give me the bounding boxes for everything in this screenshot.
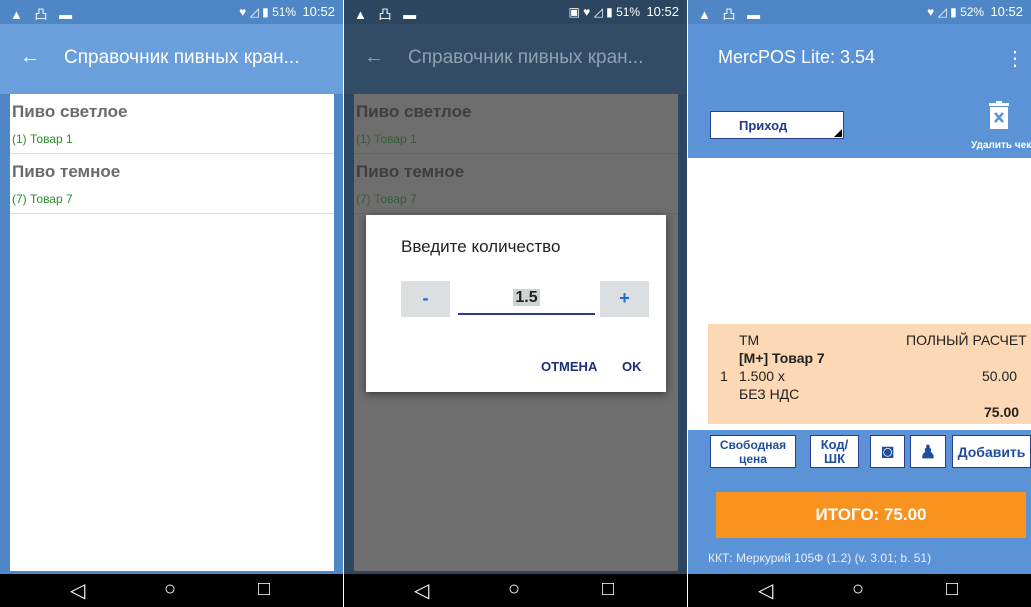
screen-pos-receipt: ▲ 凸 ▬ ♥ ◿ ▮ 52% 10:52 MercPOS Lite: 3.54… xyxy=(688,0,1031,607)
overflow-menu-icon[interactable]: ⋮ xyxy=(1005,46,1025,71)
navigation-bar: ◁ ○ □ xyxy=(344,574,687,607)
free-price-button[interactable]: Свободная цена xyxy=(710,435,796,468)
payment-mode: ПОЛНЫЙ РАСЧЕТ xyxy=(906,332,1027,348)
group-title-dark-beer: Пиво темное xyxy=(12,162,121,181)
nav-recent-icon[interactable]: □ xyxy=(946,578,958,601)
total-section: ИТОГО: 75.00 ККТ: Меркурий 105Ф (1.2) (v… xyxy=(688,470,1031,574)
nav-recent-icon[interactable]: □ xyxy=(602,578,614,601)
list-item: (1) Товар 1 xyxy=(354,126,678,154)
camera-icon: ◙ xyxy=(881,441,894,463)
app-title: MercPOS Lite: 3.54 xyxy=(718,47,876,67)
app-bar: ← Справочник пивных кран... xyxy=(0,24,343,94)
nav-home-icon[interactable]: ○ xyxy=(852,578,864,601)
content-area: Пиво светлое (1) Товар 1 Пиво темное (7)… xyxy=(0,94,343,575)
item-price: 50.00 xyxy=(982,368,1018,384)
device-info: ККТ: Меркурий 105Ф (1.2) (v. 3.01; b. 51… xyxy=(708,551,932,565)
clock: 10:52 xyxy=(990,4,1023,19)
nav-back-icon[interactable]: ◁ xyxy=(70,578,85,603)
back-arrow-icon[interactable]: ← xyxy=(20,46,40,69)
status-bar: ▲ 凸 ▬ ♥ ◿ ▮ 51% 10:52 xyxy=(0,0,343,24)
dialog-title: Введите количество xyxy=(401,237,561,256)
vat-label: БЕЗ НДС xyxy=(739,386,800,402)
battery-level: 51% xyxy=(616,5,641,19)
group-title-light-beer: Пиво светлое xyxy=(356,102,472,121)
cancel-button[interactable]: ОТМЕНА xyxy=(541,359,597,374)
quantity-dialog: Введите количество - 1.5 + ОТМЕНА OK xyxy=(366,215,666,392)
screen-quantity-dialog: ▲ 凸 ▬ ▣ ♥ ◿ ▮ 51% 10:52 ← Справочник пив… xyxy=(344,0,687,607)
screen-beer-taps-directory: ▲ 凸 ▬ ♥ ◿ ▮ 51% 10:52 ← Справочник пивны… xyxy=(0,0,343,607)
group-title-dark-beer: Пиво темное xyxy=(356,162,465,181)
camera-button[interactable]: ◙ xyxy=(870,435,905,468)
total-button[interactable]: ИТОГО: 75.00 xyxy=(716,492,1026,538)
nav-recent-icon[interactable]: □ xyxy=(258,578,270,601)
status-indicators: ♥ ◿ ▮ 52% 10:52 xyxy=(927,4,1023,19)
list-item[interactable]: (7) Товар 7 xyxy=(10,186,334,214)
user-icon: ♟ xyxy=(919,442,937,462)
decrement-button[interactable]: - xyxy=(401,281,450,317)
quantity-value: 1.5 xyxy=(513,289,540,306)
signal-icons: ♥ ◿ ▮ xyxy=(239,5,269,19)
item-name: [М+] Товар 7 xyxy=(739,350,825,366)
document-type-select[interactable]: Приход xyxy=(710,111,844,139)
receipt-area: Приход Удалить чек ТМ ПОЛНЫЙ РАСЧЕТ [М+]… xyxy=(688,94,1031,574)
nav-back-icon[interactable]: ◁ xyxy=(758,578,773,603)
line-total: 75.00 xyxy=(984,404,1020,420)
code-label-1: Код/ xyxy=(820,437,849,452)
item-quantity: 1.500 x xyxy=(739,368,785,384)
list-item: (7) Товар 7 xyxy=(354,186,678,214)
add-button[interactable]: Добавить xyxy=(952,435,1031,468)
battery-level: 51% xyxy=(272,5,297,19)
navigation-bar: ◁ ○ □ xyxy=(688,574,1031,607)
page-title: Справочник пивных кран... xyxy=(408,47,644,68)
action-buttons: Свободная цена Код/ ШК ◙ ♟ Добавить xyxy=(688,430,1031,470)
status-bar: ▲ 凸 ▬ ♥ ◿ ▮ 52% 10:52 xyxy=(688,0,1031,24)
delete-receipt-label: Удалить чек xyxy=(971,140,1031,151)
page-title: Справочник пивных кран... xyxy=(64,47,300,68)
back-arrow-icon: ← xyxy=(364,46,384,68)
increment-button[interactable]: + xyxy=(600,281,649,317)
document-header: Приход Удалить чек xyxy=(688,94,1031,158)
ok-button[interactable]: OK xyxy=(622,359,642,374)
free-price-label-1: Свободная xyxy=(719,438,787,452)
document-type-value: Приход xyxy=(739,118,788,133)
status-bar: ▲ 凸 ▬ ▣ ♥ ◿ ▮ 51% 10:52 xyxy=(344,0,687,24)
receipt-line: ТМ ПОЛНЫЙ РАСЧЕТ [М+] Товар 7 1 1.500 x … xyxy=(708,324,1031,424)
nav-back-icon[interactable]: ◁ xyxy=(414,578,429,603)
tap-list: Пиво светлое (1) Товар 1 Пиво темное (7)… xyxy=(10,94,334,571)
group-title-light-beer: Пиво светлое xyxy=(12,102,128,121)
trash-icon[interactable] xyxy=(988,101,1010,131)
app-bar: ← Справочник пивных кран... xyxy=(344,24,687,94)
nav-home-icon[interactable]: ○ xyxy=(164,578,176,601)
receipt-tm: ТМ xyxy=(739,332,760,348)
status-indicators: ♥ ◿ ▮ 51% 10:52 xyxy=(239,4,335,19)
code-label-2: ШК xyxy=(824,451,845,466)
battery-level: 52% xyxy=(960,5,985,19)
navigation-bar: ◁ ○ □ xyxy=(0,574,343,607)
status-indicators: ▣ ♥ ◿ ▮ 51% 10:52 xyxy=(568,4,679,19)
dropdown-corner-icon xyxy=(834,129,842,137)
notification-icons: ▲ 凸 ▬ xyxy=(10,7,77,22)
quantity-input[interactable]: 1.5 xyxy=(458,283,595,315)
clock: 10:52 xyxy=(302,4,335,19)
customer-button[interactable]: ♟ xyxy=(910,435,946,468)
free-price-label-2: цена xyxy=(739,452,767,466)
notification-icons: ▲ 凸 ▬ xyxy=(698,7,765,22)
code-barcode-button[interactable]: Код/ ШК xyxy=(810,435,859,468)
signal-icons: ♥ ◿ ▮ xyxy=(927,5,957,19)
signal-icons: ▣ ♥ ◿ ▮ xyxy=(568,5,613,19)
nav-home-icon[interactable]: ○ xyxy=(508,578,520,601)
notification-icons: ▲ 凸 ▬ xyxy=(354,7,421,22)
list-item[interactable]: (1) Товар 1 xyxy=(10,126,334,154)
line-number: 1 xyxy=(720,368,728,384)
app-bar: MercPOS Lite: 3.54 ⋮ xyxy=(688,24,1031,94)
clock: 10:52 xyxy=(646,4,679,19)
